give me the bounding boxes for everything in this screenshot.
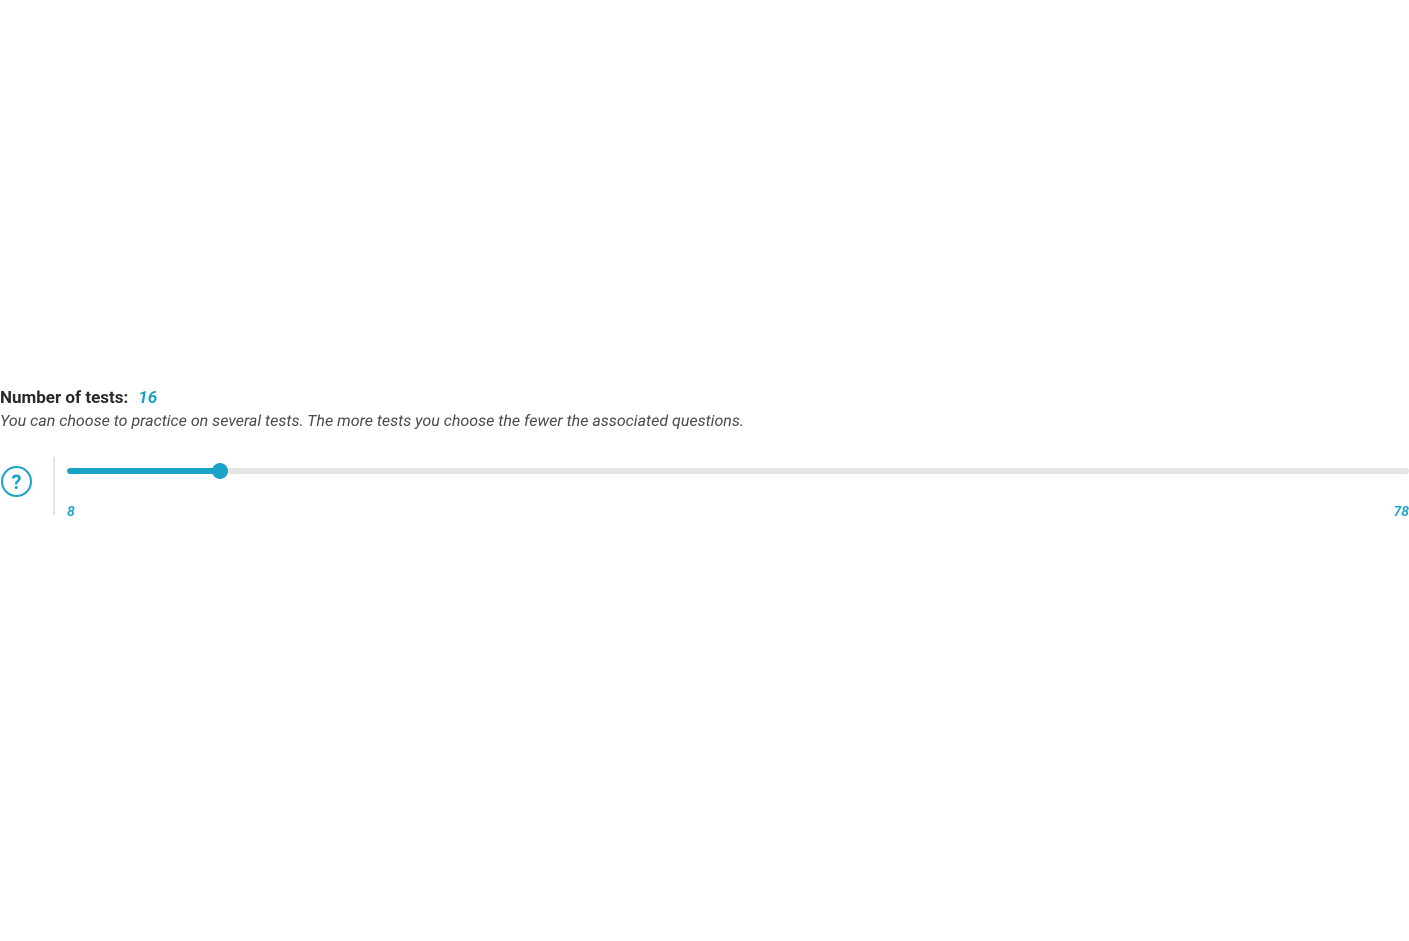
current-value: 16 bbox=[138, 388, 157, 408]
slider-fill bbox=[67, 468, 220, 474]
description-text: You can choose to practice on several te… bbox=[0, 411, 1409, 430]
slider-range-labels: 8 78 bbox=[67, 504, 1409, 520]
vertical-divider bbox=[53, 457, 55, 515]
title-row: Number of tests: 16 bbox=[0, 388, 1409, 408]
slider-max-label: 78 bbox=[1393, 504, 1409, 520]
slider-container: 8 78 bbox=[67, 468, 1409, 520]
slider-min-label: 8 bbox=[67, 504, 75, 520]
slider-row: ? 8 78 bbox=[0, 468, 1409, 520]
help-button[interactable]: ? bbox=[0, 465, 33, 498]
help-icon: ? bbox=[1, 466, 32, 497]
number-of-tests-control: Number of tests: 16 You can choose to pr… bbox=[0, 388, 1409, 520]
question-mark-icon: ? bbox=[12, 472, 22, 492]
slider-thumb[interactable] bbox=[212, 463, 228, 479]
slider-track[interactable] bbox=[67, 468, 1409, 474]
title-label: Number of tests: bbox=[0, 388, 128, 408]
